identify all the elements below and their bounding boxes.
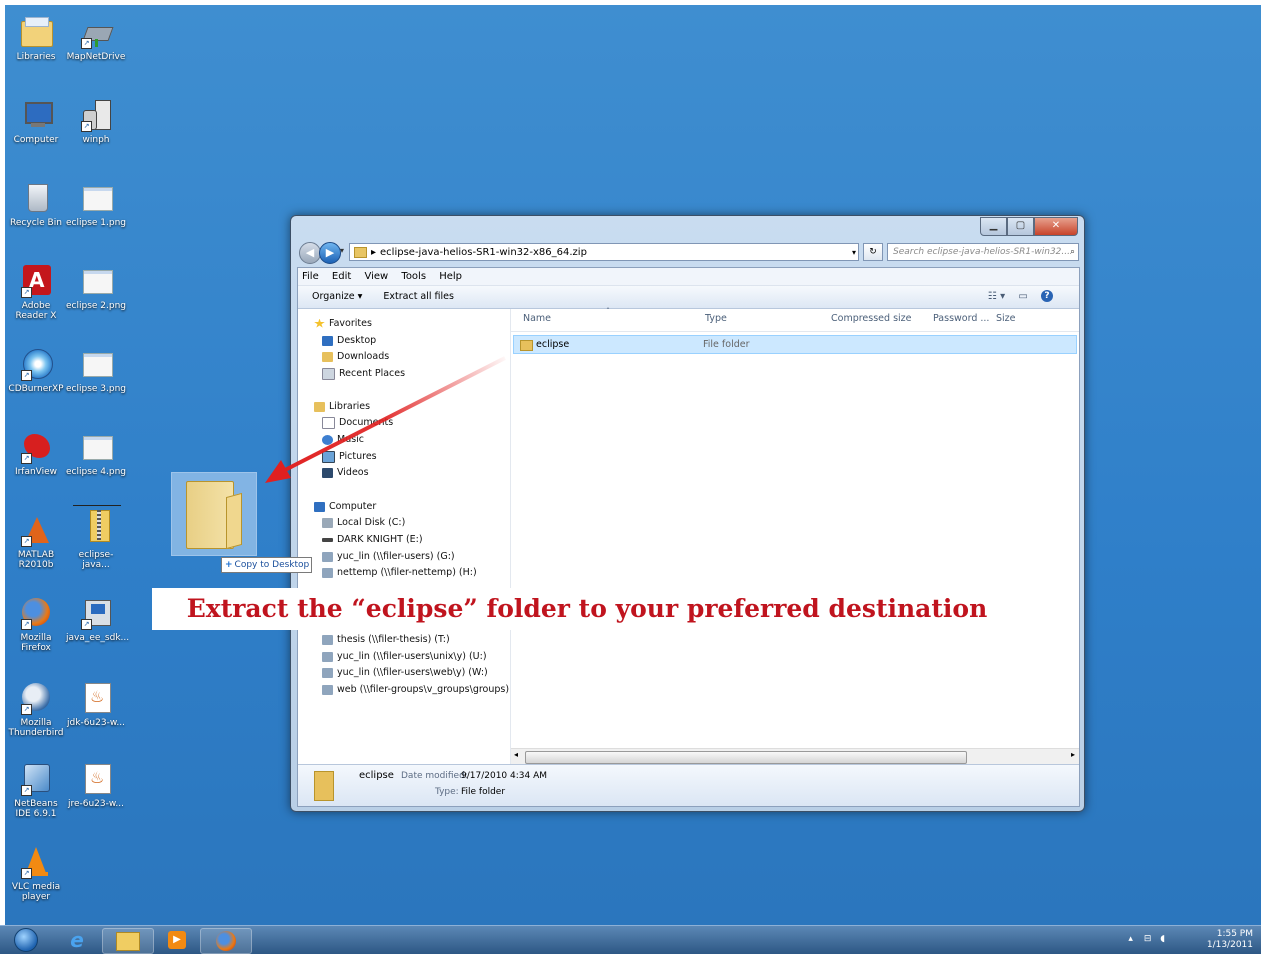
show-hidden-icons-icon[interactable]: ▴	[1128, 934, 1133, 944]
explorer-folder-icon	[116, 932, 140, 951]
drag-ghost-folder	[171, 472, 257, 556]
taskbar-firefox[interactable]	[200, 928, 252, 954]
taskbar-explorer[interactable]	[102, 928, 154, 954]
clock[interactable]: 1:55 PM 1/13/2011	[1207, 929, 1253, 951]
network-icon[interactable]: ⊟	[1144, 934, 1152, 944]
arrow-head-icon	[265, 460, 291, 483]
folder-flap	[226, 492, 242, 550]
volume-icon[interactable]: ◖	[1160, 934, 1165, 944]
taskbar-media-player[interactable]: ▶	[152, 928, 202, 952]
firefox-icon	[216, 931, 236, 951]
arrow-shaft	[284, 356, 506, 472]
taskbar-ie[interactable]: e	[52, 928, 102, 952]
internet-explorer-icon: e	[70, 928, 84, 952]
taskbar: e ▶ ▴ ⊟ ◖ 1:55 PM 1/13/2011	[0, 925, 1261, 954]
windows-logo-icon	[14, 928, 38, 952]
plus-icon: +	[225, 560, 233, 570]
clock-time: 1:55 PM	[1216, 929, 1253, 939]
copy-to-desktop-tooltip: + Copy to Desktop	[221, 557, 312, 573]
tooltip-text: Copy to Desktop	[234, 560, 310, 570]
clock-date: 1/13/2011	[1206, 940, 1253, 950]
start-button[interactable]	[8, 928, 44, 952]
instruction-caption: Extract the “eclipse” folder to your pre…	[152, 588, 1022, 630]
media-player-icon: ▶	[168, 931, 186, 949]
tray-icons[interactable]: ▴ ⊟ ◖	[1128, 934, 1165, 944]
